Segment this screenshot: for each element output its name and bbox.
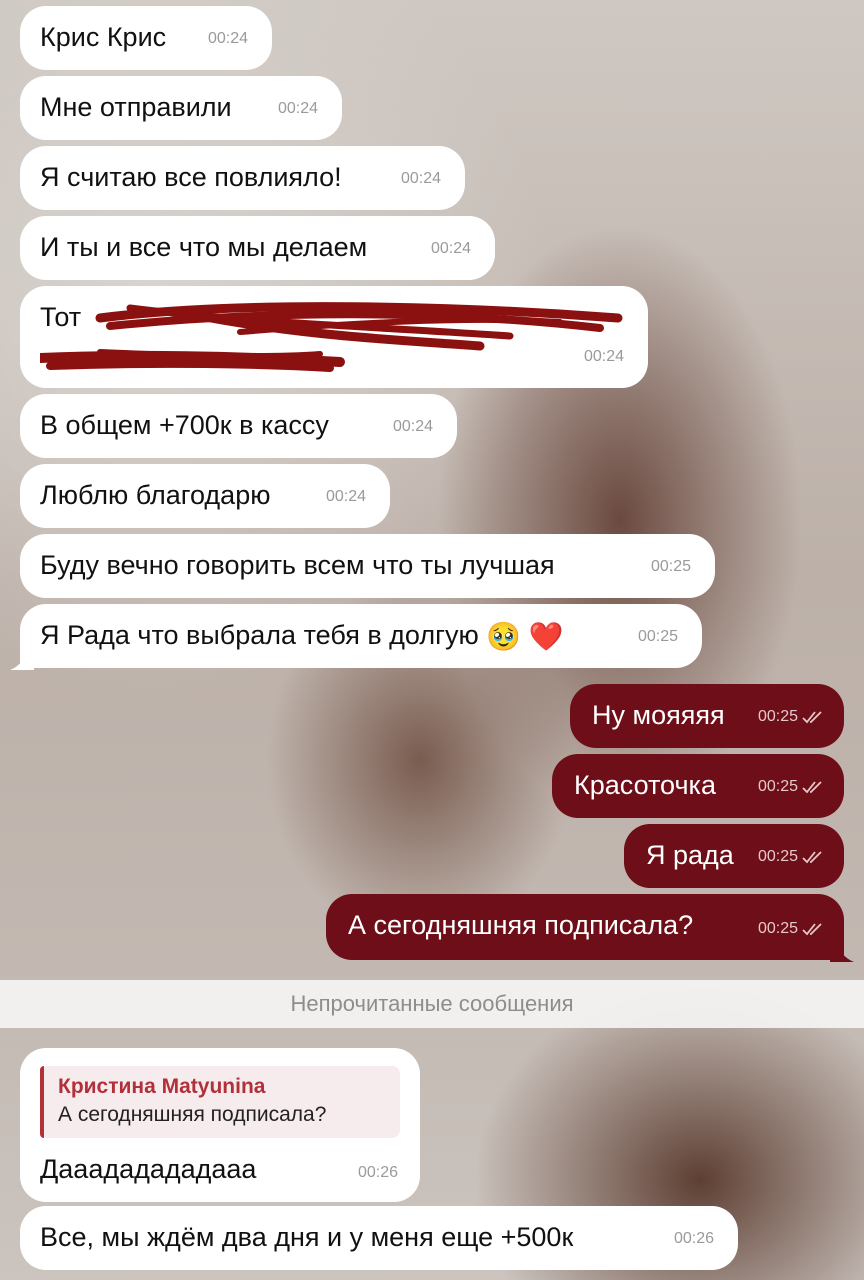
message-bubble-outgoing[interactable]: Ну мояяяя 00:25 <box>570 684 844 748</box>
bubble-tail-icon <box>10 648 34 670</box>
double-check-icon <box>802 851 822 864</box>
message-time: 00:24 <box>430 240 471 257</box>
message-time: 00:24 <box>400 170 441 187</box>
message-status: 00:25 <box>758 912 824 946</box>
message-bubble-incoming[interactable]: Мне отправили 00:24 <box>20 76 342 140</box>
message-text: Крис Крис <box>40 22 167 52</box>
message-bubble-outgoing[interactable]: А сегодняшняя подписала? 00:25 <box>326 894 844 960</box>
double-check-icon <box>802 781 822 794</box>
double-check-icon <box>802 711 822 724</box>
message-time: 00:26 <box>357 1164 398 1181</box>
red-heart-emoji: ❤️ <box>528 620 564 652</box>
message-bubble-incoming[interactable]: Я считаю все повлияло! 00:24 <box>20 146 465 210</box>
message-bubble-incoming[interactable]: В общем +700к в кассу 00:24 <box>20 394 457 458</box>
message-text: Красоточка <box>574 770 716 800</box>
message-time: 00:25 <box>757 848 798 865</box>
message-time: 00:24 <box>392 418 433 435</box>
message-status: 00:25 <box>758 770 824 804</box>
unread-label: Непрочитанные сообщения <box>290 991 574 1016</box>
message-time: 00:24 <box>325 488 366 505</box>
reply-quote-bar <box>40 1066 44 1138</box>
message-time: 00:25 <box>650 558 691 575</box>
message-text: Я считаю все повлияло! <box>40 162 342 192</box>
message-text: Все, мы ждём два дня и у меня еще +500к <box>40 1222 574 1252</box>
reply-quote-author: Кристина Matyunina <box>58 1075 266 1098</box>
message-bubble-incoming[interactable]: Люблю благодарю 00:24 <box>20 464 390 528</box>
message-text: Я рада <box>646 840 734 870</box>
message-bubble-outgoing[interactable]: Я рада 00:25 <box>624 824 844 888</box>
reply-quote[interactable]: Кристина Matyunina А сегодняшняя подписа… <box>40 1066 400 1138</box>
message-text: Буду вечно говорить всем что ты лучшая <box>40 550 555 580</box>
message-bubble-incoming[interactable]: Буду вечно говорить всем что ты лучшая 0… <box>20 534 715 598</box>
message-text: Мне отправили <box>40 92 232 122</box>
message-text: Люблю благодарю <box>40 480 271 510</box>
double-check-icon <box>802 923 822 936</box>
message-text: Дааададададааа <box>40 1154 257 1184</box>
message-time: 00:24 <box>207 30 248 47</box>
message-time: 00:25 <box>757 920 798 937</box>
message-status: 00:25 <box>758 700 824 734</box>
bubble-tail-icon <box>830 940 854 962</box>
message-text: И ты и все что мы делаем <box>40 232 368 262</box>
message-bubble-outgoing[interactable]: Красоточка 00:25 <box>552 754 844 818</box>
message-status: 00:25 <box>758 840 824 874</box>
message-text: Ну мояяяя <box>592 700 725 730</box>
message-bubble-incoming[interactable]: Я Рада что выбрала тебя в долгую 🥹 ❤️ 00… <box>20 604 702 668</box>
pleading-face-emoji: 🥹 <box>486 620 522 652</box>
message-time: 00:26 <box>673 1230 714 1247</box>
message-time: 00:24 <box>277 100 318 117</box>
message-bubble-incoming[interactable]: Все, мы ждём два дня и у меня еще +500к … <box>20 1206 738 1270</box>
redaction-scribble <box>40 302 623 372</box>
message-text: В общем +700к в кассу <box>40 410 329 440</box>
reply-quote-text: А сегодняшняя подписала? <box>58 1103 327 1126</box>
message-time: 00:25 <box>637 628 678 645</box>
message-text: А сегодняшняя подписала? <box>348 910 694 940</box>
message-time: 00:25 <box>757 778 798 795</box>
message-text: Я Рада что выбрала тебя в долгую <box>40 620 479 650</box>
unread-messages-divider: Непрочитанные сообщения <box>0 980 864 1028</box>
message-bubble-incoming[interactable]: Крис Крис 00:24 <box>20 6 272 70</box>
message-bubble-incoming[interactable]: И ты и все что мы делаем 00:24 <box>20 216 495 280</box>
message-time: 00:25 <box>757 708 798 725</box>
